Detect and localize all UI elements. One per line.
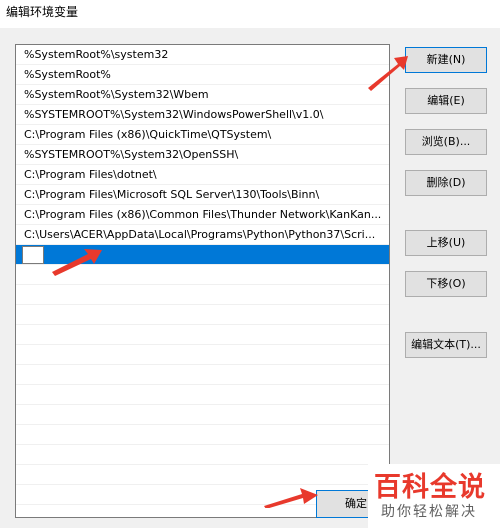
- list-item[interactable]: %SYSTEMROOT%\System32\OpenSSH\: [16, 145, 389, 165]
- list-item[interactable]: %SystemRoot%: [16, 65, 389, 85]
- new-button[interactable]: 新建(N): [405, 47, 487, 73]
- window-title: 编辑环境变量: [6, 5, 79, 19]
- list-item[interactable]: C:\Program Files (x86)\QuickTime\QTSyste…: [16, 125, 389, 145]
- watermark-logo: 百科全说 助你轻松解决: [368, 464, 500, 528]
- move-up-button[interactable]: 上移(U): [405, 230, 487, 256]
- list-item[interactable]: %SYSTEMROOT%\System32\WindowsPowerShell\…: [16, 105, 389, 125]
- empty-row: [16, 285, 389, 305]
- title-bar: 编辑环境变量: [0, 0, 500, 28]
- empty-row: [16, 365, 389, 385]
- edit-button[interactable]: 编辑(E): [405, 88, 487, 114]
- browse-button[interactable]: 浏览(B)...: [405, 129, 487, 155]
- empty-row: [16, 265, 389, 285]
- list-item-text: C:\Program Files (x86)\QuickTime\QTSyste…: [24, 128, 272, 141]
- list-item[interactable]: %SystemRoot%\system32: [16, 45, 389, 65]
- path-list[interactable]: %SystemRoot%\system32 %SystemRoot% %Syst…: [15, 44, 390, 518]
- list-item-text: %SystemRoot%\system32: [24, 48, 169, 61]
- empty-row: [16, 385, 389, 405]
- list-item[interactable]: C:\Program Files\dotnet\: [16, 165, 389, 185]
- empty-row: [16, 305, 389, 325]
- list-item[interactable]: C:\Users\ACER\AppData\Local\Programs\Pyt…: [16, 225, 389, 245]
- move-down-button[interactable]: 下移(O): [405, 271, 487, 297]
- list-item-selected[interactable]: [16, 245, 389, 265]
- empty-row: [16, 425, 389, 445]
- list-item-text: C:\Program Files (x86)\Common Files\Thun…: [24, 208, 382, 221]
- watermark-sub-text: 助你轻松解决: [381, 504, 477, 520]
- list-item[interactable]: %SystemRoot%\System32\Wbem: [16, 85, 389, 105]
- list-item[interactable]: C:\Program Files\Microsoft SQL Server\13…: [16, 185, 389, 205]
- watermark-main-text: 百科全说: [374, 472, 486, 503]
- list-item-text: C:\Program Files\dotnet\: [24, 168, 157, 181]
- list-item[interactable]: C:\Program Files (x86)\Common Files\Thun…: [16, 205, 389, 225]
- empty-row: [16, 405, 389, 425]
- edit-text-button[interactable]: 编辑文本(T)...: [405, 332, 487, 358]
- delete-button[interactable]: 删除(D): [405, 170, 487, 196]
- list-item-text: %SYSTEMROOT%\System32\WindowsPowerShell\…: [24, 108, 324, 121]
- list-item-text: C:\Program Files\Microsoft SQL Server\13…: [24, 188, 320, 201]
- list-item-text: C:\Users\ACER\AppData\Local\Programs\Pyt…: [24, 228, 376, 241]
- empty-row: [16, 465, 389, 485]
- list-item-text: %SYSTEMROOT%\System32\OpenSSH\: [24, 148, 239, 161]
- list-item-text: %SystemRoot%\System32\Wbem: [24, 88, 209, 101]
- list-item-text: %SystemRoot%: [24, 68, 111, 81]
- empty-row: [16, 325, 389, 345]
- empty-row: [16, 345, 389, 365]
- new-path-input[interactable]: [22, 246, 44, 264]
- empty-row: [16, 445, 389, 465]
